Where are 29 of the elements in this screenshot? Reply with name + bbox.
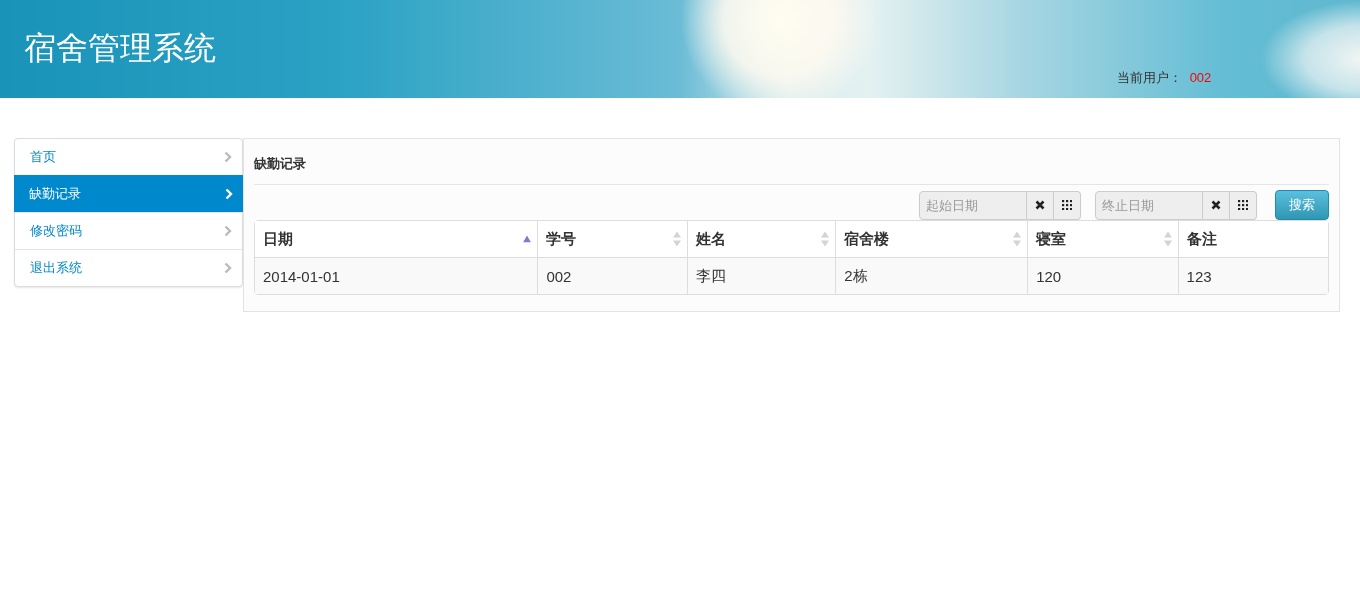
clear-button[interactable] (1027, 190, 1054, 220)
calendar-button[interactable] (1230, 190, 1257, 220)
grid-icon (1062, 200, 1072, 210)
chevron-right-icon (224, 225, 232, 237)
table-cell: 李四 (686, 257, 836, 294)
grid-icon (1238, 200, 1248, 210)
panel-title: 缺勤记录 (254, 149, 1329, 185)
current-user-value: 002 (1189, 70, 1212, 85)
date-field[interactable]: 起始日期 (919, 190, 1027, 220)
table-cell: 002 (537, 257, 687, 294)
chevron-right-icon (224, 151, 232, 163)
chevron-right-icon (224, 262, 232, 274)
sidebar-item[interactable]: 退出系统 (15, 249, 242, 286)
calendar-button[interactable] (1054, 190, 1081, 220)
sidebar-item[interactable]: 首页 (15, 139, 242, 175)
close-icon (1035, 200, 1045, 210)
column-header[interactable]: 备注 (1177, 221, 1328, 257)
date-field[interactable]: 终止日期 (1095, 190, 1203, 220)
table-cell: 2014-01-01 (255, 257, 538, 294)
table-cell: 123 (1177, 257, 1328, 294)
table-cell: 2栋 (835, 257, 1028, 294)
sidebar-item[interactable]: 修改密码 (15, 212, 242, 249)
chevron-right-icon (225, 188, 233, 200)
app-title: 宿舍管理系统 (24, 29, 216, 68)
table-cell: 120 (1027, 257, 1178, 294)
close-icon (1211, 200, 1221, 210)
clear-button[interactable] (1203, 190, 1230, 220)
current-user-label: 当前用户： (1117, 70, 1182, 85)
sidebar-item[interactable]: 缺勤记录 (14, 175, 243, 212)
